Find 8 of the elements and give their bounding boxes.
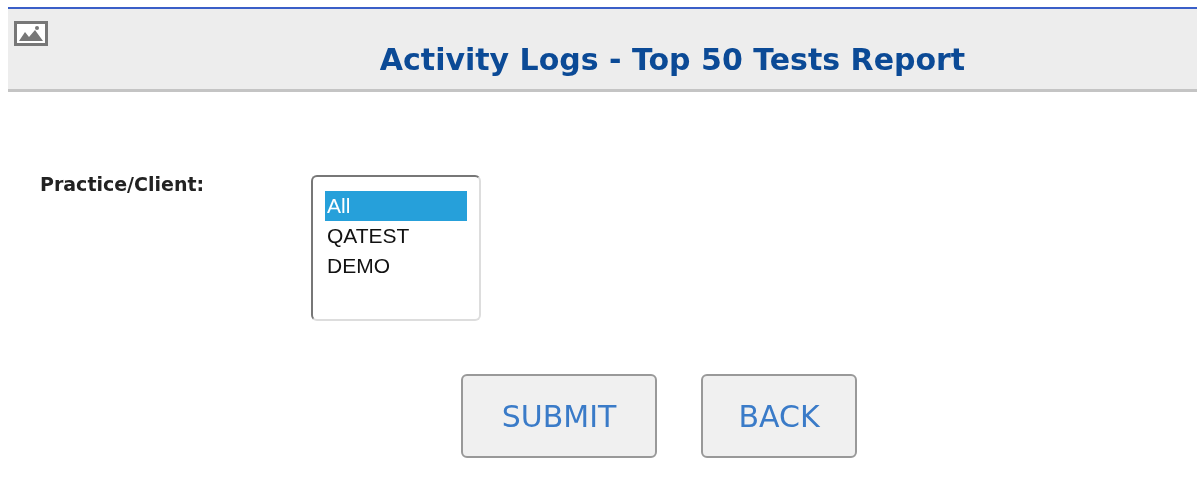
list-option[interactable]: DEMO [325,251,467,281]
field-label: Practice/Client: [40,173,206,195]
list-option[interactable]: QATEST [325,221,467,251]
submit-button[interactable]: SUBMIT [461,374,657,458]
page-title: Activity Logs - Top 50 Tests Report [379,42,966,77]
client-listbox[interactable]: All QATEST DEMO [311,175,481,321]
image-icon [14,21,48,46]
back-button[interactable]: BACK [701,374,857,458]
